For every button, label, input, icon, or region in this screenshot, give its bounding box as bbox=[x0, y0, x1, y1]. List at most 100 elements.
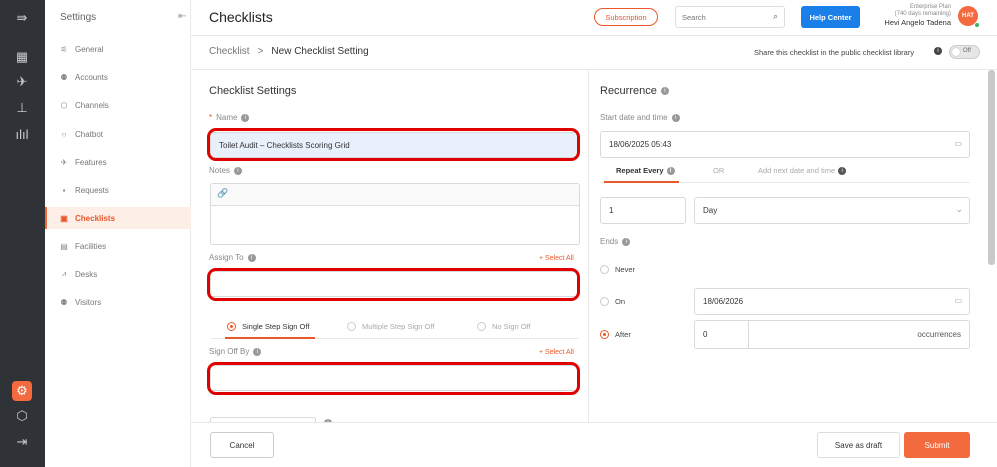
highlight-annotation bbox=[207, 128, 580, 161]
recurrence-title-row: Recurrence i bbox=[600, 85, 669, 97]
end-after-field: 0 occurrences bbox=[694, 320, 970, 349]
sidebar-item-label: Features bbox=[75, 157, 107, 167]
scrollbar[interactable] bbox=[988, 70, 995, 265]
tab-add-next-date[interactable]: Add next date and time i bbox=[758, 166, 847, 175]
search-icon[interactable]: ⌕ bbox=[773, 11, 778, 22]
footer-actions: Cancel Save as draft Submit bbox=[191, 422, 997, 467]
end-on-date-field[interactable]: 18/06/2026 ▭ bbox=[694, 288, 970, 315]
radio-icon bbox=[477, 322, 486, 331]
end-never-option[interactable]: Never bbox=[600, 265, 635, 274]
signoff-option-single[interactable]: Single Step Sign Off bbox=[227, 322, 347, 331]
sidebar-item-channels[interactable]: ⬡ Channels bbox=[45, 94, 191, 116]
toggle-label: Off bbox=[963, 48, 971, 54]
settings-sidebar: Settings ⇤ ⚟ General ⚉ Accounts ⬡ Channels … bbox=[45, 0, 191, 467]
signoff-option-none[interactable]: No Sign Off bbox=[477, 322, 531, 331]
info-icon[interactable]: i bbox=[247, 253, 256, 262]
request-icon: ▪ bbox=[62, 185, 66, 195]
gear-icon[interactable]: ⚙ bbox=[12, 381, 32, 401]
search-input[interactable] bbox=[676, 7, 766, 28]
sidebar-item-label: Chatbot bbox=[75, 129, 104, 139]
help-center-button[interactable]: Help Center bbox=[801, 6, 860, 28]
start-label-row: Start date and time i bbox=[600, 113, 680, 122]
active-option-underline bbox=[225, 337, 315, 339]
start-datetime-field[interactable]: 18/06/2025 05:43 ▭ bbox=[600, 131, 970, 158]
tab-repeat-every[interactable]: Repeat Every i bbox=[616, 166, 713, 175]
save-draft-button[interactable]: Save as draft bbox=[817, 432, 900, 458]
plan-info: Enterprise Plan (740 days remaining) Hev… bbox=[866, 4, 951, 28]
highlight-annotation bbox=[207, 268, 580, 301]
info-icon[interactable]: i bbox=[838, 166, 847, 175]
recurrence-tabs: Repeat Every i OR Add next date and time i bbox=[616, 166, 847, 175]
sidebar-item-visitors[interactable]: ⚉ Visitors bbox=[45, 291, 191, 313]
sidebar-item-checklists[interactable]: ▣ Checklists bbox=[45, 207, 191, 229]
breadcrumb-current: New Checklist Setting bbox=[271, 46, 369, 57]
sidebar-item-label: Channels bbox=[75, 100, 109, 110]
chevron-down-icon[interactable]: ⌄ bbox=[955, 204, 963, 215]
submit-button[interactable]: Submit bbox=[904, 432, 970, 458]
calendar-icon[interactable]: ▭ bbox=[954, 139, 962, 148]
info-icon[interactable]: i bbox=[660, 87, 669, 95]
occurrence-count-input[interactable]: 0 bbox=[695, 321, 749, 348]
assign-select-all-link[interactable]: + Select All bbox=[539, 255, 574, 262]
checklist-settings-panel: Checklist Settings * Name i Toilet Audit… bbox=[191, 70, 589, 427]
share-toggle[interactable]: Off bbox=[949, 45, 980, 59]
rocket-icon: ✈ bbox=[60, 157, 68, 167]
end-after-option[interactable]: After bbox=[600, 330, 631, 339]
sidebar-item-facilities[interactable]: ▤ Facilities bbox=[45, 235, 191, 257]
calendar-icon[interactable]: ▭ bbox=[954, 296, 962, 305]
recurrence-title: Recurrence bbox=[600, 85, 657, 97]
end-on-option[interactable]: On bbox=[600, 297, 625, 306]
active-tab-underline bbox=[604, 181, 679, 183]
info-icon[interactable]: i bbox=[666, 166, 675, 175]
analytics-icon[interactable]: ılıl bbox=[12, 124, 32, 144]
sidebar-item-chatbot[interactable]: ○ Chatbot bbox=[45, 123, 191, 145]
collapse-icon[interactable]: ⇛ bbox=[12, 8, 32, 28]
sidebar-item-label: Desks bbox=[75, 269, 98, 279]
section-title: Checklist Settings bbox=[209, 85, 297, 97]
toggle-knob bbox=[952, 48, 960, 56]
sidebar-item-label: Facilities bbox=[75, 241, 107, 251]
sidebar-item-general[interactable]: ⚟ General bbox=[45, 38, 191, 60]
info-icon[interactable]: i bbox=[241, 113, 250, 122]
info-icon[interactable]: i bbox=[671, 113, 680, 122]
repeat-unit-select[interactable]: Day ⌄ bbox=[694, 197, 970, 224]
info-icon[interactable]: i bbox=[253, 347, 262, 356]
sidebar-item-accounts[interactable]: ⚉ Accounts bbox=[45, 66, 191, 88]
days-remaining: (740 days remaining) bbox=[894, 11, 951, 17]
repeat-count-field[interactable]: 1 bbox=[600, 197, 686, 224]
subscription-button[interactable]: Subscription bbox=[594, 8, 658, 26]
signoff-option-multiple[interactable]: Multiple Step Sign Off bbox=[347, 322, 477, 331]
required-marker: * bbox=[209, 113, 213, 122]
sidebar-item-requests[interactable]: ▪ Requests bbox=[45, 179, 191, 201]
chart-icon[interactable]: ⊥ bbox=[12, 98, 32, 118]
radio-icon bbox=[227, 322, 236, 331]
breadcrumb-root[interactable]: Checklist bbox=[209, 46, 250, 57]
visitors-icon: ⚉ bbox=[60, 297, 68, 307]
sign-off-by-label: Sign Off By bbox=[209, 347, 250, 356]
option-label: After bbox=[615, 330, 631, 339]
occurrences-label: occurrences bbox=[917, 330, 961, 339]
page-title: Checklists bbox=[209, 9, 273, 25]
option-label: On bbox=[615, 297, 626, 306]
info-icon[interactable]: i bbox=[934, 47, 942, 55]
link-icon[interactable]: 🔗 bbox=[211, 184, 579, 206]
tab-label: Repeat Every bbox=[616, 166, 664, 175]
info-icon[interactable]: i bbox=[622, 237, 631, 246]
sidebar-item-label: Requests bbox=[75, 185, 109, 195]
cancel-button[interactable]: Cancel bbox=[210, 432, 274, 458]
name-label-row: * Name i bbox=[209, 113, 250, 122]
logout-icon[interactable]: ⇥ bbox=[12, 432, 32, 452]
dashboard-icon[interactable]: ▦ bbox=[12, 47, 32, 67]
sidebar-item-features[interactable]: ✈ Features bbox=[45, 151, 191, 173]
info-icon[interactable]: i bbox=[233, 166, 242, 175]
pin-icon[interactable]: ✈ bbox=[12, 72, 32, 92]
collapse-sidebar-icon[interactable]: ⇤ bbox=[178, 11, 186, 22]
box-icon[interactable]: ⬡ bbox=[12, 406, 32, 426]
sidebar-item-label: General bbox=[75, 44, 104, 54]
radio-icon bbox=[600, 297, 609, 306]
notes-field[interactable]: 🔗 bbox=[210, 183, 580, 245]
sidebar-item-desks[interactable]: ⩘ Desks bbox=[45, 263, 191, 285]
desk-icon: ⩘ bbox=[61, 269, 67, 278]
option-label: Multiple Step Sign Off bbox=[362, 322, 435, 331]
signoff-select-all-link[interactable]: + Select All bbox=[539, 349, 574, 356]
